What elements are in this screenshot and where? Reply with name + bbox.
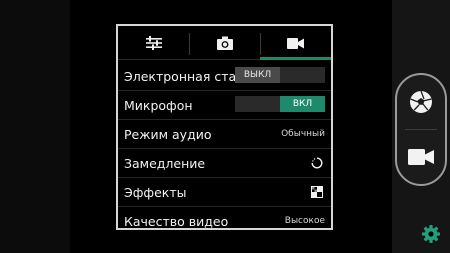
slow-motion-icon (311, 157, 323, 169)
video-camera-icon (408, 149, 434, 165)
row-audio-mode[interactable]: Режим аудио Обычный (118, 120, 331, 149)
settings-list: Электронная стаб ВЫКЛ Микрофон ВКЛ Режим… (118, 62, 331, 236)
row-label: Качество видео (124, 214, 229, 229)
tab-separator (189, 33, 190, 55)
row-effects[interactable]: Эффекты (118, 178, 331, 207)
row-microphone[interactable]: Микрофон ВКЛ (118, 91, 331, 120)
row-label: Микрофон (124, 98, 193, 113)
row-label: Электронная стаб (124, 69, 240, 84)
gear-icon (422, 225, 440, 243)
left-control-strip (0, 0, 70, 253)
row-video-quality[interactable]: Качество видео Высокое (118, 207, 331, 236)
capture-controls (395, 73, 447, 186)
sliders-icon (145, 36, 162, 50)
tab-general-settings[interactable] (118, 26, 189, 60)
toggle-off-label: ВЫКЛ (235, 67, 280, 83)
tab-video-settings[interactable] (260, 26, 331, 60)
active-tab-indicator (260, 57, 331, 60)
toggle-on-label: ВКЛ (280, 96, 325, 112)
audio-mode-value: Обычный (281, 129, 325, 139)
settings-gear-button[interactable] (422, 225, 440, 243)
row-slow-motion[interactable]: Замедление (118, 149, 331, 178)
shutter-button[interactable] (397, 76, 445, 128)
row-electronic-stabilization[interactable]: Электронная стаб ВЫКЛ (118, 62, 331, 91)
row-label: Режим аудио (124, 127, 212, 142)
record-video-button[interactable] (397, 131, 445, 183)
video-quality-value: Высокое (284, 216, 325, 226)
shutter-aperture-icon (410, 90, 432, 113)
row-label: Эффекты (124, 185, 187, 200)
capture-divider (405, 129, 437, 130)
camera-icon (216, 36, 233, 50)
row-label: Замедление (124, 156, 206, 171)
effects-icon (311, 186, 323, 198)
video-settings-popup: Электронная стаб ВЫКЛ Микрофон ВКЛ Режим… (116, 24, 333, 230)
video-camera-icon (287, 37, 304, 49)
settings-tabs (118, 26, 331, 60)
tab-photo-settings[interactable] (189, 26, 260, 60)
tab-separator (260, 33, 261, 55)
stabilization-toggle[interactable]: ВЫКЛ (235, 67, 325, 83)
microphone-toggle[interactable]: ВКЛ (235, 96, 325, 112)
